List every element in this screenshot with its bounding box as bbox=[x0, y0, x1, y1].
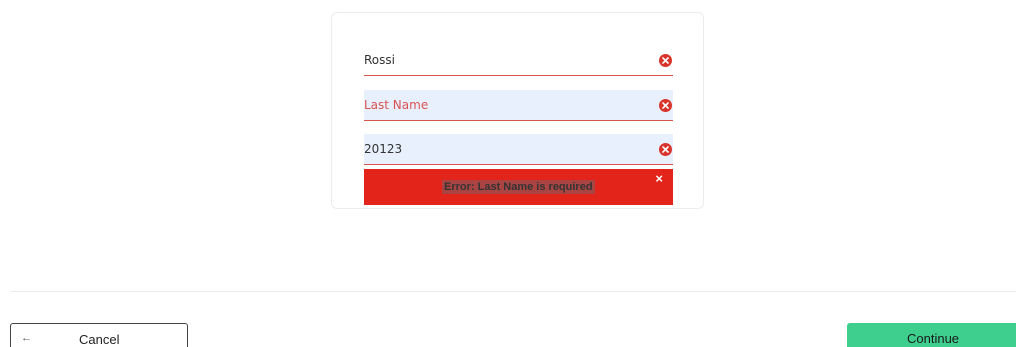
zip-code-value: 20123 bbox=[364, 142, 403, 156]
cancel-button[interactable]: ← Cancel bbox=[10, 323, 188, 347]
cancel-button-label: Cancel bbox=[79, 332, 120, 347]
error-circle-x-icon bbox=[659, 143, 672, 156]
last-name-placeholder: Last Name bbox=[364, 98, 429, 112]
close-icon[interactable]: × bbox=[655, 172, 663, 186]
error-alert: Error: Last Name is required × bbox=[364, 169, 673, 205]
page: Rossi Last Name 20123 Error: Last Name i… bbox=[0, 0, 1016, 347]
error-circle-x-icon bbox=[659, 99, 672, 112]
error-alert-message: Error: Last Name is required bbox=[442, 180, 595, 194]
error-circle-x-icon bbox=[659, 54, 672, 67]
form-card: Rossi Last Name 20123 Error: Last Name i… bbox=[331, 12, 704, 209]
continue-button-label: Continue bbox=[907, 331, 960, 346]
first-name-field[interactable]: Rossi bbox=[364, 45, 673, 76]
first-name-value: Rossi bbox=[364, 53, 395, 67]
zip-code-field[interactable]: 20123 bbox=[364, 134, 673, 165]
last-name-field[interactable]: Last Name bbox=[364, 90, 673, 121]
footer-divider bbox=[10, 291, 1016, 292]
arrow-left-icon: ← bbox=[21, 332, 32, 344]
continue-button[interactable]: Continue bbox=[847, 323, 1016, 347]
